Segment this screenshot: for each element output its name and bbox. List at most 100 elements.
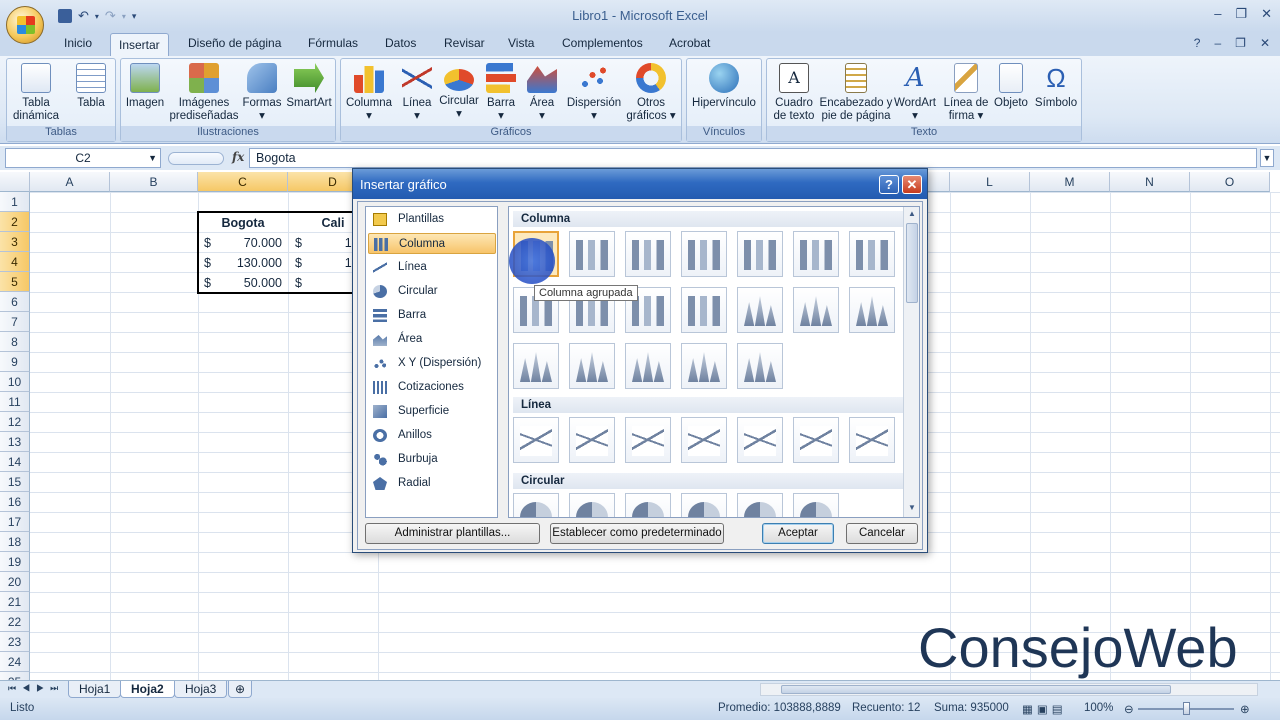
- row-header[interactable]: 19: [0, 552, 30, 572]
- column-header[interactable]: B: [110, 172, 198, 192]
- cell-c3[interactable]: 70.000: [220, 233, 282, 253]
- tab-inicio[interactable]: Inicio: [64, 36, 92, 50]
- select-all-corner[interactable]: [0, 172, 30, 192]
- scatter-chart-button[interactable]: Dispersión ▾: [563, 63, 625, 123]
- column-subtype-thumbnail[interactable]: [849, 231, 895, 277]
- tab-revisar[interactable]: Revisar: [444, 36, 485, 50]
- chart-type-item[interactable]: Cotizaciones: [368, 377, 496, 398]
- pie-subtype-thumbnail[interactable]: [737, 493, 783, 517]
- zoom-in-icon[interactable]: ⊕: [1240, 702, 1250, 716]
- pie-subtype-thumbnail[interactable]: [625, 493, 671, 517]
- row-header[interactable]: 21: [0, 592, 30, 612]
- column-header[interactable]: O: [1190, 172, 1270, 192]
- sheet-navigation-icons[interactable]: ⏮◀▶⏭: [8, 683, 64, 694]
- row-header[interactable]: 13: [0, 432, 30, 452]
- chart-type-item[interactable]: Superficie: [368, 401, 496, 422]
- cell-c2[interactable]: Bogota: [198, 213, 288, 233]
- line-subtype-thumbnail[interactable]: [569, 417, 615, 463]
- area-chart-button[interactable]: Área ▾: [523, 63, 561, 123]
- set-default-button[interactable]: Establecer como predeterminado: [550, 523, 724, 544]
- row-header[interactable]: 18: [0, 532, 30, 552]
- scrollbar-thumb[interactable]: [906, 223, 918, 303]
- name-box-dropdown-icon[interactable]: ▼: [148, 149, 157, 167]
- hyperlink-button[interactable]: Hipervínculo: [689, 63, 759, 110]
- cone-subtype-thumbnail[interactable]: [737, 343, 783, 389]
- row-header[interactable]: 17: [0, 512, 30, 532]
- row-header[interactable]: 9: [0, 352, 30, 372]
- row-header[interactable]: 14: [0, 452, 30, 472]
- chart-type-item[interactable]: Anillos: [368, 425, 496, 446]
- cell-c4[interactable]: 130.000: [220, 253, 282, 273]
- scroll-down-icon[interactable]: ▼: [906, 503, 918, 515]
- row-header[interactable]: 23: [0, 632, 30, 652]
- image-button[interactable]: Imagen: [125, 63, 165, 110]
- row-header[interactable]: 4: [0, 252, 30, 272]
- column-subtype-thumbnail[interactable]: [793, 231, 839, 277]
- row-header[interactable]: 3: [0, 232, 30, 252]
- horizontal-scrollbar[interactable]: [760, 683, 1258, 696]
- dialog-help-icon[interactable]: ?: [879, 175, 899, 194]
- gallery-scrollbar[interactable]: ▲ ▼: [903, 207, 919, 517]
- cone-subtype-thumbnail[interactable]: [681, 343, 727, 389]
- pie-subtype-thumbnail[interactable]: [793, 493, 839, 517]
- row-header[interactable]: 22: [0, 612, 30, 632]
- chart-type-item[interactable]: Línea: [368, 257, 496, 278]
- dialog-title-bar[interactable]: Insertar gráfico ? ✕: [353, 169, 927, 199]
- close-workbook-icon[interactable]: ✕: [1260, 36, 1270, 50]
- smartart-button[interactable]: SmartArt: [285, 63, 333, 110]
- name-box[interactable]: C2 ▼: [5, 148, 161, 168]
- signature-line-button[interactable]: Línea de firma ▾: [939, 63, 993, 123]
- scroll-up-icon[interactable]: ▲: [906, 209, 918, 221]
- chart-type-item[interactable]: Plantillas: [368, 209, 496, 230]
- chart-type-item[interactable]: Área: [368, 329, 496, 350]
- header-footer-button[interactable]: Encabezado y pie de página: [819, 63, 893, 123]
- expand-formula-bar-icon[interactable]: ▼: [1260, 149, 1274, 167]
- cancel-button[interactable]: Cancelar: [846, 523, 918, 544]
- ok-button[interactable]: Aceptar: [762, 523, 834, 544]
- tab-insertar[interactable]: Insertar: [110, 33, 169, 57]
- insert-sheet-icon[interactable]: ⊕: [228, 681, 253, 698]
- manage-templates-button[interactable]: Administrar plantillas...: [365, 523, 540, 544]
- object-button[interactable]: Objeto: [991, 63, 1031, 110]
- row-header[interactable]: 11: [0, 392, 30, 412]
- line-subtype-thumbnail[interactable]: [737, 417, 783, 463]
- line-subtype-thumbnail[interactable]: [513, 417, 559, 463]
- chart-type-item[interactable]: Burbuja: [368, 449, 496, 470]
- dialog-close-icon[interactable]: ✕: [902, 175, 922, 194]
- zoom-slider-handle[interactable]: [1183, 702, 1190, 715]
- row-header[interactable]: 1: [0, 192, 30, 212]
- line-subtype-thumbnail[interactable]: [625, 417, 671, 463]
- clipart-button[interactable]: Imágenes prediseñadas: [169, 63, 239, 123]
- zoom-level[interactable]: 100%: [1084, 702, 1113, 714]
- cell-c5[interactable]: 50.000: [220, 273, 282, 293]
- column-subtype-thumbnail[interactable]: [569, 231, 615, 277]
- line-subtype-thumbnail[interactable]: [793, 417, 839, 463]
- chart-type-item[interactable]: X Y (Dispersión): [368, 353, 496, 374]
- row-header[interactable]: 24: [0, 652, 30, 672]
- office-button[interactable]: [6, 6, 44, 44]
- chart-type-item[interactable]: Columna: [368, 233, 496, 254]
- sheet-tab-hoja3[interactable]: Hoja3: [174, 681, 228, 698]
- insert-function-icon[interactable]: fx: [232, 150, 244, 164]
- other-charts-button[interactable]: Otros gráficos ▾: [625, 63, 677, 123]
- shapes-button[interactable]: Formas ▾: [241, 63, 283, 123]
- column-header[interactable]: A: [30, 172, 110, 192]
- chart-type-item[interactable]: Barra: [368, 305, 496, 326]
- sheet-tab-hoja2[interactable]: Hoja2: [120, 681, 175, 698]
- chart-type-item[interactable]: Radial: [368, 473, 496, 494]
- formula-resize-handle[interactable]: [168, 152, 224, 165]
- cone-subtype-thumbnail[interactable]: [849, 287, 895, 333]
- row-header[interactable]: 8: [0, 332, 30, 352]
- tab-datos[interactable]: Datos: [385, 36, 416, 50]
- cone-subtype-thumbnail[interactable]: [513, 343, 559, 389]
- textbox-button[interactable]: A Cuadro de texto: [769, 63, 819, 123]
- column-header[interactable]: L: [950, 172, 1030, 192]
- column-header[interactable]: C: [198, 172, 288, 192]
- tab-diseno-pagina[interactable]: Diseño de página: [188, 36, 281, 50]
- zoom-out-icon[interactable]: ⊖: [1124, 702, 1134, 716]
- pie-subtype-thumbnail[interactable]: [681, 493, 727, 517]
- row-header[interactable]: 7: [0, 312, 30, 332]
- table-button[interactable]: Tabla: [69, 63, 113, 110]
- pie-chart-button[interactable]: Circular ▾: [437, 63, 481, 121]
- cone-subtype-thumbnail[interactable]: [737, 287, 783, 333]
